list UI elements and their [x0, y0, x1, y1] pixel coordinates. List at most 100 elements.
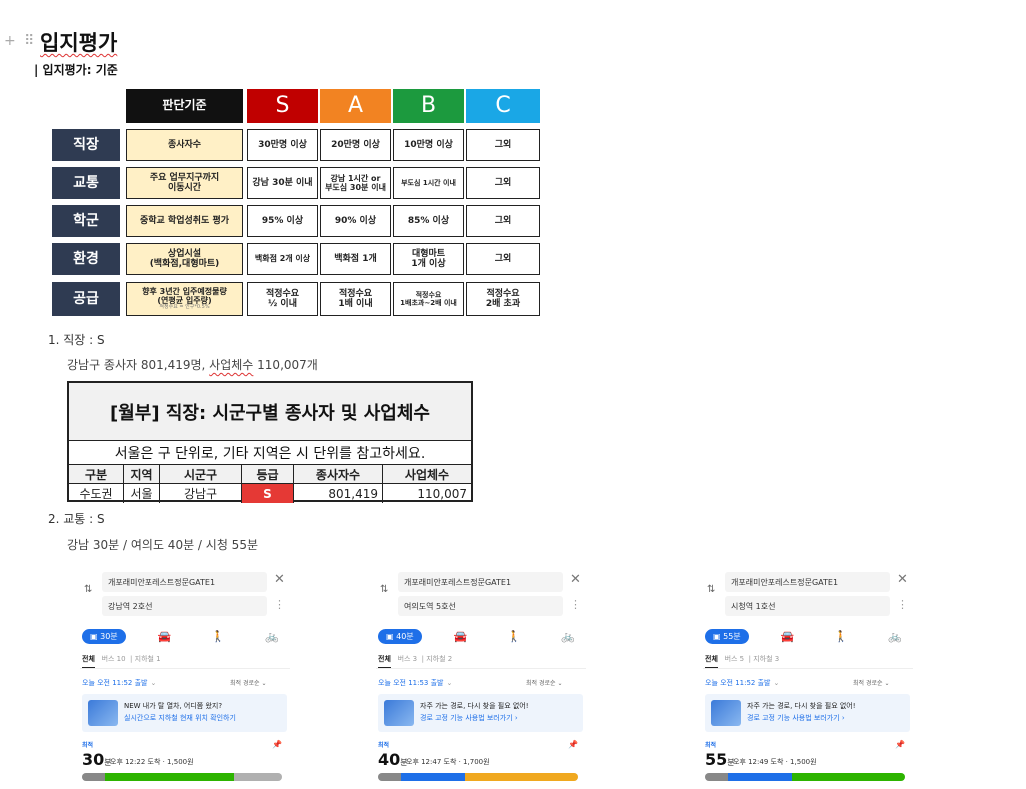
close-icon[interactable]: ✕: [570, 572, 581, 587]
chevron-down-icon: ⌄: [884, 680, 890, 687]
criteria-cell: 종사자수: [126, 129, 243, 161]
block-drag-handle-icon[interactable]: + ⠿: [4, 33, 36, 49]
tab-all[interactable]: 전체: [378, 655, 391, 669]
bicycle-icon[interactable]: 🚲: [257, 630, 287, 643]
swap-icon[interactable]: ⇅: [707, 584, 715, 595]
value-cell: 20만명 이상: [320, 129, 391, 161]
route-segment: [169, 773, 234, 781]
route-segment: [465, 773, 530, 781]
tab-bus[interactable]: 버스 3: [398, 655, 418, 663]
criteria-header: 판단기준: [126, 89, 243, 123]
section-subtitle: | 입지평가: 기준: [34, 63, 118, 77]
banner-link[interactable]: 경로 고정 기능 사용법 보러가기 ›: [420, 713, 518, 723]
value-cell: 90% 이상: [320, 205, 391, 237]
worker-table-title: [월부] 직장: 시군구별 종사자 및 사업체수: [69, 383, 471, 441]
more-icon[interactable]: ⋮: [274, 598, 285, 611]
bicycle-icon[interactable]: 🚲: [553, 630, 583, 643]
criteria-table: 판단기준 S A B C 직장 종사자수 30만명 이상 20만명 이상 10만…: [52, 89, 540, 322]
value-cell: 적정수요 1배초과~2배 이내: [393, 282, 464, 316]
car-icon[interactable]: 🚘: [772, 630, 802, 643]
more-icon[interactable]: ⋮: [570, 598, 581, 611]
more-icon[interactable]: ⋮: [897, 598, 908, 611]
destination-input[interactable]: 여의도역 5호선: [398, 596, 563, 616]
origin-input[interactable]: 개포래미안포레스트정문GATE1: [398, 572, 563, 592]
transit-route-card: ⇅ 개포래미안포레스트정문GATE1 강남역 2호선 ✕ ⋮ ▣ 30분 🚘 🚶…: [80, 566, 290, 789]
mode-transit-tab[interactable]: ▣ 40분: [378, 628, 422, 644]
duration-value: 55: [705, 750, 728, 769]
worker-table-note: 서울은 구 단위로, 기타 지역은 시 단위를 참고하세요.: [69, 441, 471, 465]
grade-badge: S: [242, 484, 294, 503]
tab-bus[interactable]: 버스 10: [102, 655, 126, 663]
swap-icon[interactable]: ⇅: [380, 584, 388, 595]
tab-all[interactable]: 전체: [82, 655, 95, 669]
pin-icon[interactable]: 📌: [895, 740, 905, 749]
promo-banner[interactable]: 자주 가는 경로, 다시 찾을 필요 없어! 경로 고정 기능 사용법 보러가기…: [378, 694, 583, 732]
sort-label: 최적 경로순: [230, 680, 260, 687]
value-cell: 부도심 1시간 이내: [393, 167, 464, 199]
transport-summary: 강남 30분 / 여의도 40분 / 시청 55분: [67, 538, 258, 552]
value-cell: 적정수요 1배 이내: [320, 282, 391, 316]
banner-link[interactable]: 경로 고정 기능 사용법 보러가기 ›: [747, 713, 845, 723]
transit-duration-label: 40분: [396, 631, 414, 641]
close-icon[interactable]: ✕: [897, 572, 908, 587]
tab-subway[interactable]: 지하철 1: [135, 655, 161, 663]
value-cell: 대형마트 1개 이상: [393, 243, 464, 275]
chevron-down-icon: ⌄: [150, 679, 157, 687]
tab-subway[interactable]: 지하철 2: [426, 655, 452, 663]
close-icon[interactable]: ✕: [274, 572, 285, 587]
departure-time[interactable]: 오늘 오전 11:52 출발 ⌄: [705, 678, 779, 688]
route-segment: [400, 773, 466, 781]
value-cell: 그외: [466, 167, 540, 199]
chevron-down-icon: ⌄: [446, 679, 453, 687]
column-header: 지역: [124, 465, 160, 483]
grade-header-s: S: [247, 89, 318, 123]
work-summary-end: 110,007개: [253, 358, 318, 372]
arrival-and-fare: 오후 12:47 도착 · 1,700원: [406, 758, 490, 766]
route-segment: [705, 773, 728, 781]
departure-time[interactable]: 오늘 오전 11:52 출발 ⌄: [82, 678, 156, 688]
pin-icon[interactable]: 📌: [568, 740, 578, 749]
walk-icon[interactable]: 🚶: [203, 630, 233, 643]
transit-route-card: ⇅ 개포래미안포레스트정문GATE1 시청역 1호선 ✕ ⋮ ▣ 55분 🚘 🚶…: [703, 566, 913, 789]
sort-dropdown[interactable]: 최적 경로순 ⌄: [526, 678, 562, 687]
best-route-badge: 최적: [705, 742, 717, 749]
route-segment-bar: [705, 773, 905, 781]
sort-label: 최적 경로순: [526, 680, 556, 687]
banner-link[interactable]: 실시간으로 지하철 현재 위치 확인하기: [124, 713, 236, 723]
route-filter-tabs: 전체 버스 3 | 지하철 2: [378, 654, 452, 669]
route-segment-bar: [378, 773, 578, 781]
banner-illustration-icon: [711, 700, 741, 726]
pin-icon[interactable]: 📌: [272, 740, 282, 749]
origin-input[interactable]: 개포래미안포레스트정문GATE1: [725, 572, 890, 592]
list-item-transport: 2. 교통 : S: [48, 512, 105, 526]
destination-input[interactable]: 강남역 2호선: [102, 596, 267, 616]
origin-input[interactable]: 개포래미안포레스트정문GATE1: [102, 572, 267, 592]
route-segment: [104, 773, 170, 781]
banner-headline: 자주 가는 경로, 다시 찾을 필요 없어!: [747, 702, 856, 710]
walk-icon[interactable]: 🚶: [499, 630, 529, 643]
sort-dropdown[interactable]: 최적 경로순 ⌄: [853, 678, 889, 687]
promo-banner[interactable]: NEW 내가 탈 열차, 어디쯤 왔지? 실시간으로 지하철 현재 위치 확인하…: [82, 694, 287, 732]
car-icon[interactable]: 🚘: [445, 630, 475, 643]
car-icon[interactable]: 🚘: [149, 630, 179, 643]
route-segment: [529, 773, 578, 781]
mode-transit-tab[interactable]: ▣ 30분: [82, 628, 126, 644]
walk-icon[interactable]: 🚶: [826, 630, 856, 643]
criteria-text: 향후 3년간 입주예정물량 (연평균 입주량): [142, 286, 227, 306]
criteria-cell: 상업시설 (백화점,대형마트): [126, 243, 243, 275]
promo-banner[interactable]: 자주 가는 경로, 다시 찾을 필요 없어! 경로 고정 기능 사용법 보러가기…: [705, 694, 910, 732]
departure-time[interactable]: 오늘 오전 11:53 출발 ⌄: [378, 678, 452, 688]
sort-dropdown[interactable]: 최적 경로순 ⌄: [230, 678, 266, 687]
tab-subway[interactable]: 지하철 3: [753, 655, 779, 663]
transit-route-card: ⇅ 개포래미안포레스트정문GATE1 여의도역 5호선 ✕ ⋮ ▣ 40분 🚘 …: [376, 566, 586, 789]
bicycle-icon[interactable]: 🚲: [880, 630, 910, 643]
tab-all[interactable]: 전체: [705, 655, 718, 669]
mode-transit-tab[interactable]: ▣ 55분: [705, 628, 749, 644]
swap-icon[interactable]: ⇅: [84, 584, 92, 595]
column-header: 구분: [69, 465, 124, 483]
destination-input[interactable]: 시청역 1호선: [725, 596, 890, 616]
criteria-cell: 주요 업무지구까지 이동시간: [126, 167, 243, 199]
grade-header-a: A: [320, 89, 391, 123]
tab-bus[interactable]: 버스 5: [725, 655, 745, 663]
page-title: 입지평가: [40, 31, 118, 55]
